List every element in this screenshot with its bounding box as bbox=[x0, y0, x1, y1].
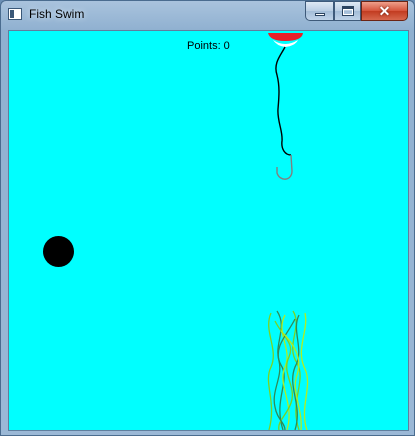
game-window: Fish Swim ✕ Points: 0 bbox=[0, 0, 415, 436]
player-ball[interactable] bbox=[43, 236, 74, 267]
seaweed bbox=[267, 310, 309, 430]
scene-layer bbox=[267, 33, 309, 430]
close-icon: ✕ bbox=[378, 3, 391, 19]
fishing-line bbox=[275, 46, 292, 156]
maximize-button[interactable] bbox=[334, 1, 361, 21]
window-title: Fish Swim bbox=[29, 7, 85, 21]
window-app-icon[interactable] bbox=[8, 8, 22, 20]
fishing-hook bbox=[276, 154, 293, 180]
minimize-icon bbox=[306, 2, 333, 20]
minimize-button[interactable] bbox=[305, 1, 334, 21]
title-bar[interactable]: Fish Swim ✕ bbox=[1, 1, 414, 29]
game-canvas[interactable]: Points: 0 bbox=[8, 30, 409, 431]
close-button[interactable]: ✕ bbox=[361, 1, 408, 21]
maximize-icon bbox=[335, 2, 360, 20]
fishing-bobber bbox=[268, 33, 303, 47]
